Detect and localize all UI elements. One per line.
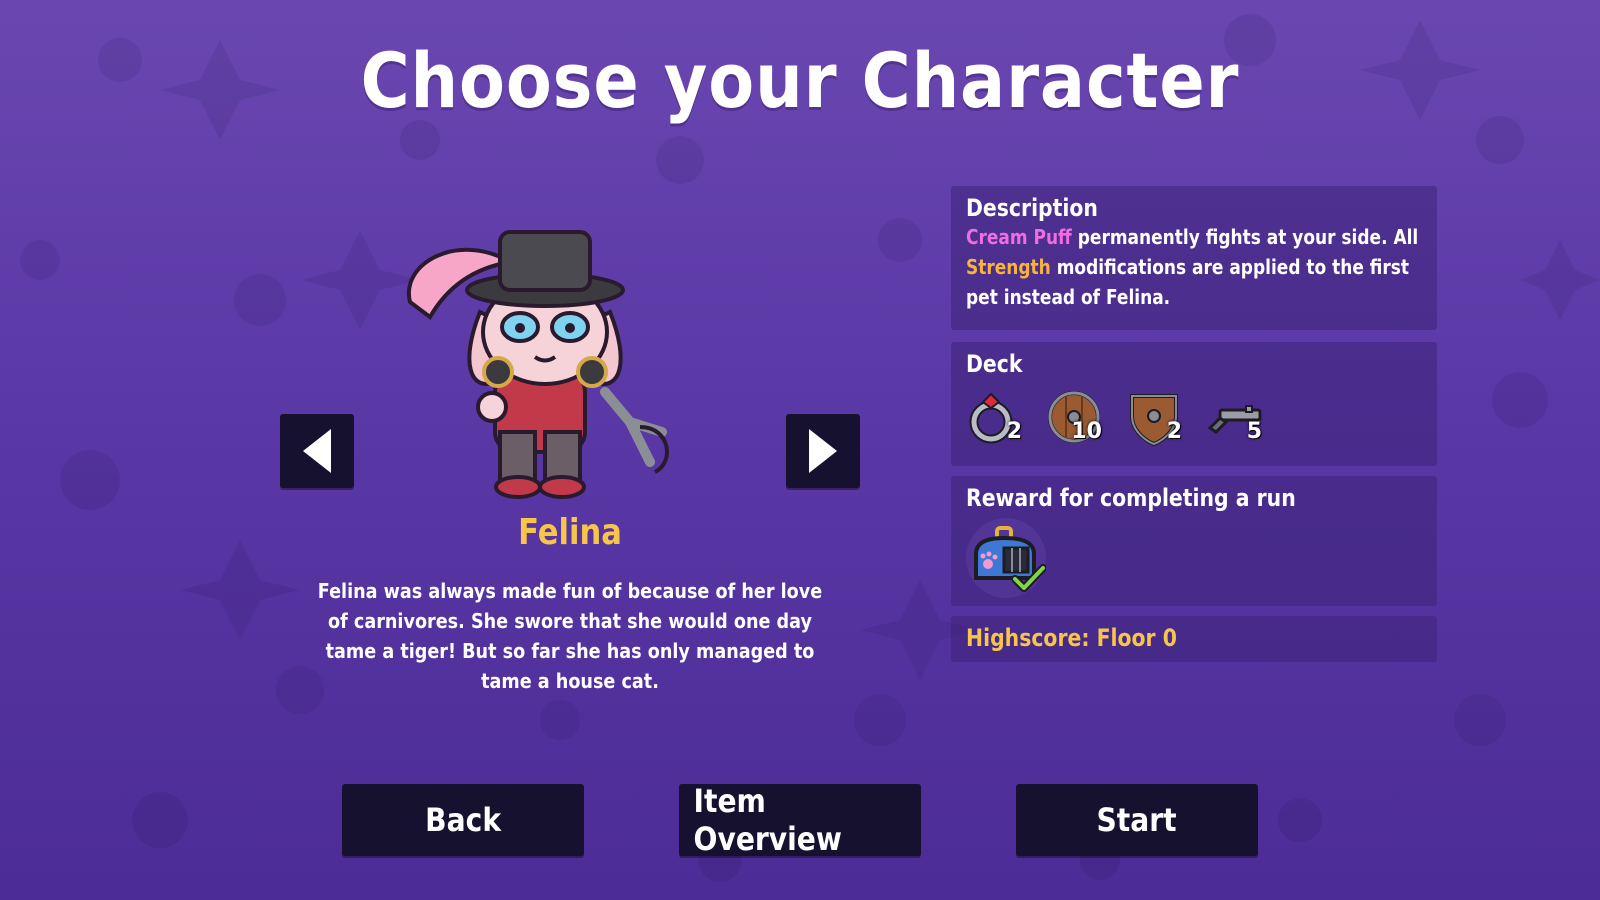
character-name: Felina xyxy=(518,512,622,553)
back-button-label: Back xyxy=(425,801,501,839)
highscore-text: Highscore: Floor 0 xyxy=(966,624,1177,652)
character-portrait xyxy=(406,230,669,499)
description-panel: Description Cream Puff permanently fight… xyxy=(951,186,1437,330)
start-button-label: Start xyxy=(1096,801,1178,839)
deck-item-round-shield[interactable]: 10 xyxy=(1046,388,1104,446)
deck-panel: Deck 2 10 2 5 xyxy=(951,342,1437,466)
deck-item-ring[interactable]: 2 xyxy=(966,388,1024,446)
start-button[interactable]: Start xyxy=(1016,784,1258,856)
deck-item-count: 10 xyxy=(1071,419,1102,444)
deck-title: Deck xyxy=(966,350,1023,378)
previous-character-button[interactable] xyxy=(280,414,354,488)
description-text-part-1: permanently fights at your side. All xyxy=(1071,225,1419,249)
highscore-panel: Highscore: Floor 0 xyxy=(951,616,1437,662)
pet-name-keyword: Cream Puff xyxy=(966,225,1072,249)
deck-item-count: 2 xyxy=(1006,419,1022,444)
arrow-left-icon xyxy=(303,429,331,473)
checkmark-icon xyxy=(1012,564,1046,592)
item-overview-button[interactable]: Item Overview xyxy=(679,782,921,858)
reward-item[interactable] xyxy=(966,518,1046,598)
item-overview-button-label: Item Overview xyxy=(693,782,842,858)
back-button[interactable]: Back xyxy=(342,784,584,856)
reward-title: Reward for completing a run xyxy=(966,484,1296,512)
deck-item-count: 5 xyxy=(1246,419,1262,444)
deck-item-count: 2 xyxy=(1166,419,1182,444)
page-title: Choose your Character xyxy=(360,36,1240,125)
reward-panel: Reward for completing a run xyxy=(951,476,1437,606)
strength-keyword: Strength xyxy=(966,255,1051,279)
next-character-button[interactable] xyxy=(786,414,860,488)
arrow-right-icon xyxy=(809,429,837,473)
deck-item-pistol[interactable]: 5 xyxy=(1206,388,1264,446)
description-title: Description xyxy=(966,194,1098,222)
description-text: Cream Puff permanently fights at your si… xyxy=(966,222,1442,312)
deck-item-heater-shield[interactable]: 2 xyxy=(1126,388,1184,447)
character-bio: Felina was always made fun of because of… xyxy=(317,579,823,693)
deck-items: 2 10 2 5 xyxy=(966,388,1422,447)
